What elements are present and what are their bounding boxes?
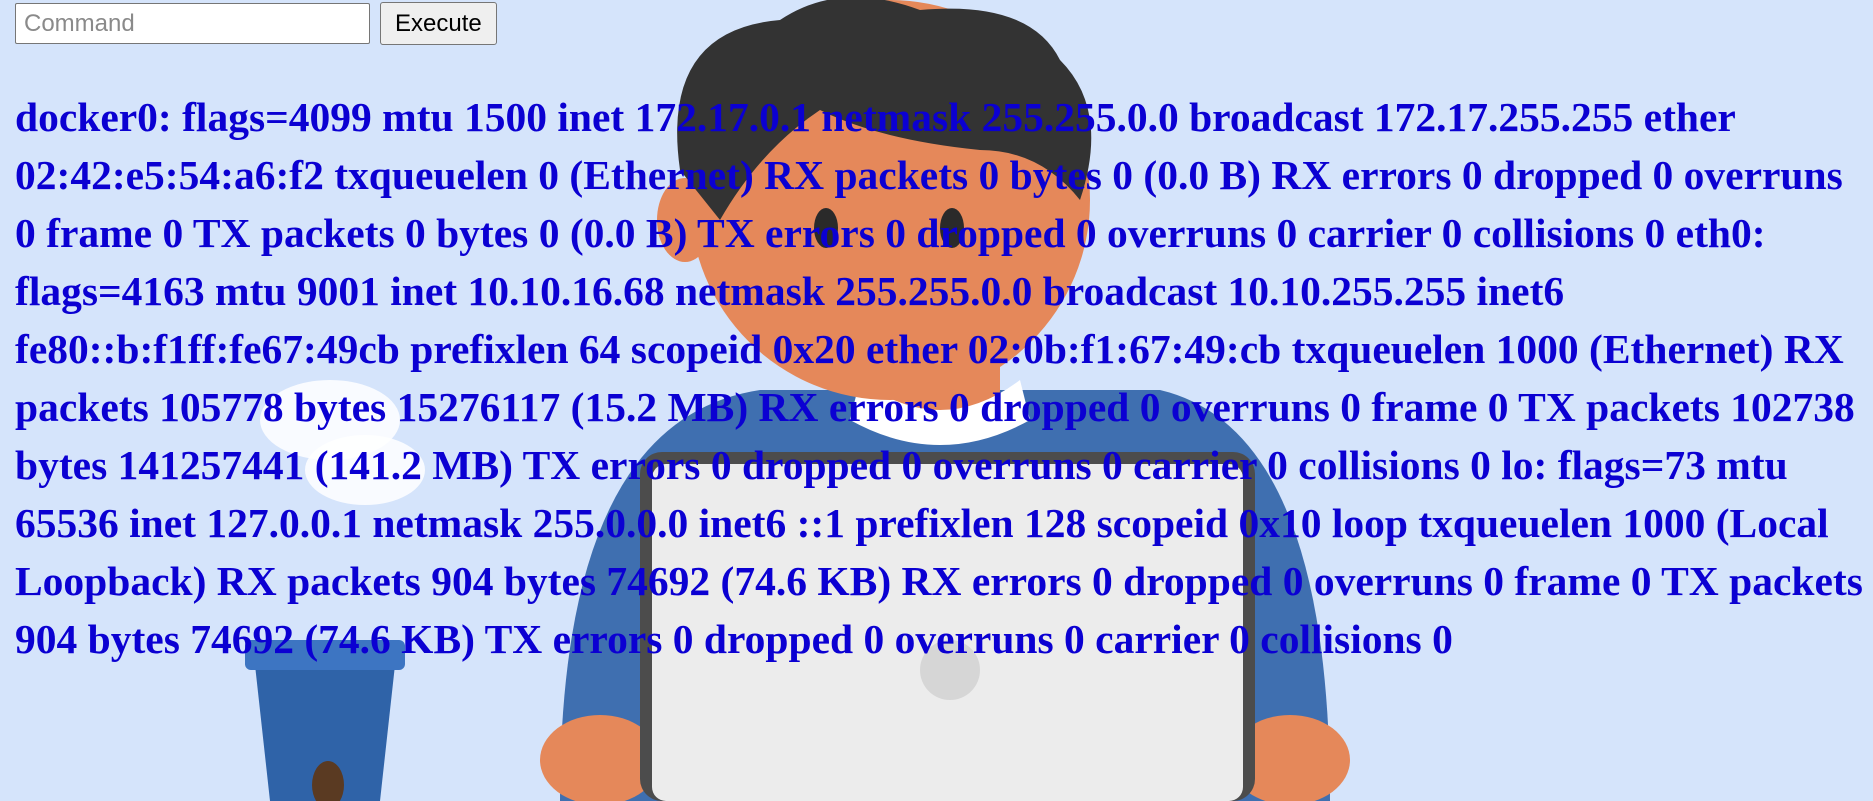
page: { "command": { "placeholder": "Command",… <box>0 0 1873 801</box>
execute-button[interactable]: Execute <box>380 2 497 45</box>
command-bar: Execute <box>15 2 497 45</box>
command-output-text: docker0: flags=4099 mtu 1500 inet 172.17… <box>15 94 1863 662</box>
command-input[interactable] <box>15 3 370 44</box>
